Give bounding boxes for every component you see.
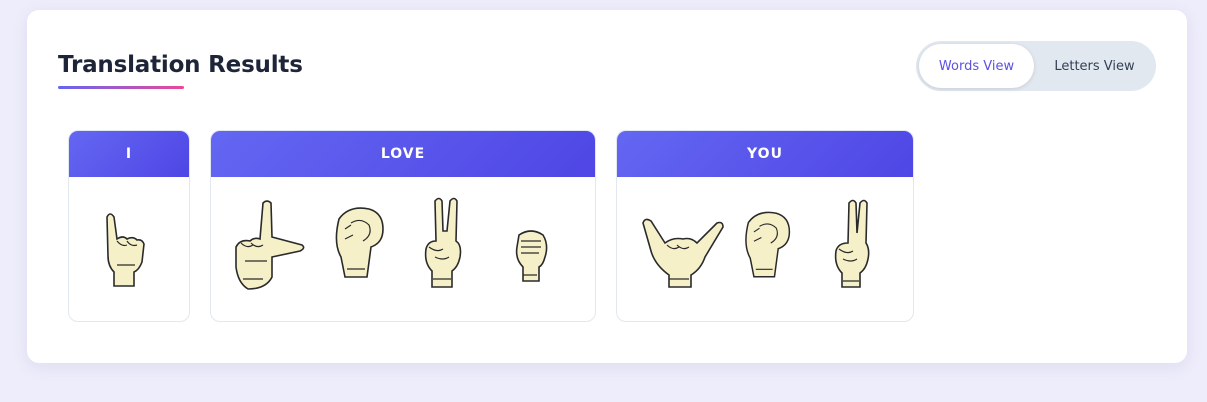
word-card-i: I: [68, 130, 190, 322]
view-toggle: Words View Letters View: [916, 41, 1156, 91]
sign-letter-i-icon: [106, 213, 145, 287]
sign-letter-l-icon: [235, 200, 305, 290]
word-label: LOVE: [211, 131, 595, 177]
word-label: I: [69, 131, 189, 177]
title-underline: [58, 86, 184, 89]
sign-letter-y-icon: [642, 218, 724, 288]
word-label: YOU: [617, 131, 913, 177]
sign-letter-e-icon: [515, 230, 548, 282]
sign-letter-o-icon: [335, 207, 384, 278]
sign-letter-o-icon: [745, 211, 791, 278]
sign-letter-v-icon: [424, 197, 462, 288]
words-view-button[interactable]: Words View: [919, 44, 1034, 88]
page-title: Translation Results: [58, 52, 303, 78]
word-card-you: YOU: [616, 130, 914, 322]
sign-letter-u-icon: [834, 199, 870, 288]
word-card-love: LOVE: [210, 130, 596, 322]
letters-view-button[interactable]: Letters View: [1036, 44, 1153, 88]
translation-results-panel: Translation Results Words View Letters V…: [27, 10, 1187, 363]
